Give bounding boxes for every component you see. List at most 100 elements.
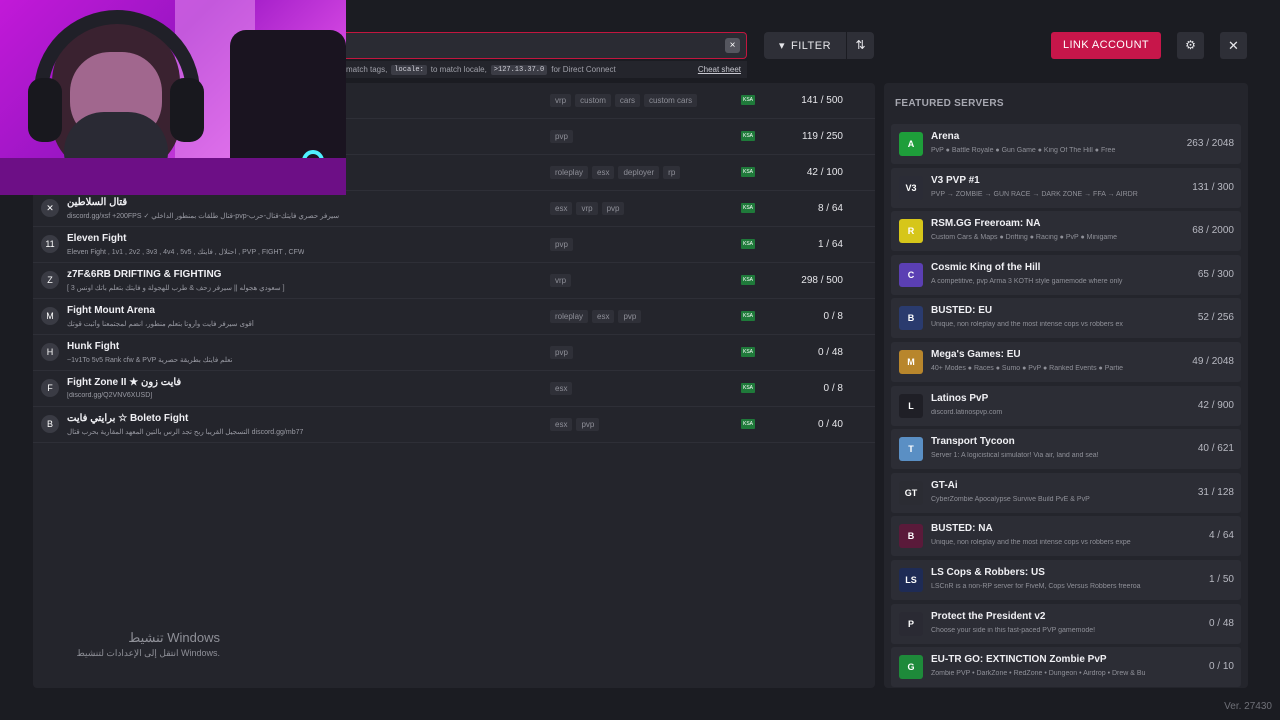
featured-server-player-count: 42 / 900 [1197, 399, 1234, 411]
server-tag[interactable]: pvp [550, 130, 573, 143]
featured-server-card[interactable]: P Protect the President v2 Choose your sid… [891, 603, 1241, 644]
server-tag[interactable]: esx [592, 310, 615, 323]
server-tag[interactable]: pvp [618, 310, 642, 323]
featured-server-icon: G [899, 655, 923, 680]
featured-server-icon: M [899, 350, 923, 374]
server-row[interactable]: H Hunk Fight ~1v1To 5v5 Rank cfw & PVP تعل… [33, 335, 875, 371]
featured-server-description: LSCnR is a non-RP server for FiveM, Cops… [931, 583, 1141, 590]
saudi-flag-icon: KSA [741, 167, 755, 177]
server-player-count: 0 / 8 [823, 383, 843, 394]
server-tag[interactable]: esx [550, 382, 573, 395]
featured-server-description: Server 1: A logicistical simulator! Via … [931, 452, 1099, 460]
featured-server-card[interactable]: G EU-TR GO: EXTINCTION Zombie PvP Zombie P… [891, 647, 1241, 688]
featured-servers-title: FEATURED SERVERS [895, 98, 1004, 109]
search-hint-locale-code: locale: [391, 64, 427, 75]
server-name: قتال السلاطين [67, 197, 128, 208]
featured-server-card[interactable]: B BUSTED: EU Unique, non roleplay and the … [891, 298, 1241, 339]
featured-server-card[interactable]: B BUSTED: NA Unique, non roleplay and the … [891, 516, 1241, 557]
server-tag[interactable]: roleplay [550, 166, 589, 179]
server-row[interactable]: 11 Eleven Fight Eleven Fight , 1v1 , 2v2 ,… [33, 227, 875, 263]
saudi-flag-icon: KSA [741, 383, 755, 393]
settings-gear-icon[interactable]: ⚙ [1177, 32, 1204, 59]
server-tag[interactable]: vrp [576, 202, 598, 215]
featured-server-name: EU-TR GO: EXTINCTION Zombie PvP [931, 654, 1107, 666]
featured-server-player-count: 40 / 621 [1197, 443, 1234, 455]
version-label: Ver. 27430 [1224, 701, 1272, 712]
server-description: [ سعودي هجوله || سيرفر زحف & طرب للهجولة… [67, 285, 285, 292]
server-name: Fight Mount Arena [67, 305, 155, 316]
server-tag[interactable]: esx [550, 202, 573, 215]
featured-server-card[interactable]: R RSM.GG Freeroam: NA Custom Cars & Maps ●… [891, 211, 1241, 252]
server-tag[interactable]: custom [575, 94, 611, 107]
saudi-flag-icon: KSA [741, 131, 755, 141]
server-row[interactable]: B برايتي فايت ☆ Boleto Fight التسجيل القري… [33, 407, 875, 443]
featured-server-card[interactable]: V3 V3 PVP #1 PVP → ZOMBIE → GUN RACE → DAR… [891, 167, 1241, 208]
server-name: برايتي فايت ☆ Boleto Fight [67, 413, 189, 424]
featured-server-icon: R [899, 219, 923, 244]
server-tag[interactable]: rp [663, 166, 681, 179]
server-tag[interactable]: esx [592, 166, 615, 179]
server-row[interactable]: Zz7F&6RB DRIFTING & FIGHTING [ سعودي هجول… [33, 263, 875, 299]
featured-server-name: RSM.GG Freeroam: NA [931, 218, 1041, 230]
webcam-headset-cup-right [170, 78, 204, 142]
search-input[interactable]: × [346, 32, 747, 59]
featured-server-description: Unique, non roleplay and the most intens… [931, 539, 1131, 547]
server-tag[interactable]: pvp [576, 418, 600, 431]
filter-button[interactable]: ▾ FILTER [764, 32, 846, 59]
server-description: discord.gg/xsf +200FPS ✓ قتال طلقات بمنط… [67, 213, 340, 220]
sort-button[interactable]: ⇅ [847, 32, 874, 59]
server-tag[interactable]: roleplay [550, 310, 589, 323]
server-tag[interactable]: esx [550, 418, 573, 431]
server-player-count: 298 / 500 [801, 275, 843, 286]
server-tag[interactable]: deployer [618, 166, 660, 179]
featured-server-card[interactable]: T Transport Tycoon Server 1: A logicistica… [891, 429, 1241, 470]
search-hint: match tags, locale: to match locale, >12… [346, 61, 747, 78]
featured-server-description: A competitive, pvp Arma 3 KOTH style gam… [931, 277, 1123, 285]
server-tags: vrp custom cars custom cars [550, 94, 698, 107]
featured-server-player-count: 68 / 2000 [1192, 225, 1234, 237]
featured-server-description: Choose your side in this fast-paced PVP … [931, 626, 1096, 634]
server-tag[interactable]: custom cars [644, 94, 698, 107]
server-player-count: 141 / 500 [801, 95, 843, 106]
server-tag[interactable]: vrp [550, 274, 572, 287]
server-tag[interactable]: pvp [601, 202, 625, 215]
search-hint-suffix: for Direct Connect [551, 65, 616, 74]
featured-server-card[interactable]: LS LS Cops & Robbers: US LSCnR is a non-RP… [891, 560, 1241, 600]
featured-server-card[interactable]: C Cosmic King of the Hill A competitive, p… [891, 254, 1241, 295]
server-tag[interactable]: cars [614, 94, 641, 107]
saudi-flag-icon: KSA [741, 311, 755, 321]
filter-icon: ▾ [778, 40, 785, 52]
featured-server-name: V3 PVP #1 [931, 174, 980, 186]
featured-server-player-count: 31 / 128 [1197, 486, 1234, 498]
featured-server-name: Mega's Games: EU [931, 349, 1021, 360]
featured-server-icon: GT [899, 480, 923, 505]
featured-server-card[interactable]: M Mega's Games: EU 40+ Modes ● Races ● Sum… [891, 342, 1241, 382]
server-icon: B [41, 415, 59, 433]
server-row[interactable]: F Fight Zone II ★ فايت زون [discord.gg/Q2V… [33, 371, 875, 407]
featured-server-card[interactable]: GT GT-Ai CyberZombie Apocalypse Survive Bu… [891, 472, 1241, 513]
server-row[interactable]: M Fight Mount Arena أقوى سيرفر فايت وأروتا… [33, 299, 875, 335]
server-icon: H [41, 343, 59, 361]
activation-subtitle: انتقل إلى الإعدادات لتنشيط Windows. [76, 648, 220, 658]
featured-server-name: BUSTED: NA [931, 523, 993, 535]
server-player-count: 8 / 64 [817, 203, 843, 214]
featured-server-card[interactable]: A Arena PvP ● Battle Royale ● Gun Game ● K… [891, 124, 1241, 164]
server-icon: ✕ [41, 199, 59, 217]
cheat-sheet-link[interactable]: Cheat sheet [698, 65, 741, 74]
server-tag[interactable]: pvp [550, 346, 573, 359]
server-icon: 11 [41, 235, 59, 253]
server-tag[interactable]: vrp [550, 94, 572, 107]
featured-server-description: CyberZombie Apocalypse Survive Build PvE… [931, 495, 1090, 503]
featured-server-name: Arena [931, 131, 960, 142]
server-tag[interactable]: pvp [550, 238, 573, 251]
featured-server-name: BUSTED: EU [931, 305, 993, 317]
link-account-button[interactable]: LINK ACCOUNT [1051, 32, 1161, 59]
server-tags: esx [550, 382, 573, 395]
close-icon[interactable]: ✕ [1220, 32, 1247, 59]
server-row[interactable]: ✕ قتال السلاطين discord.gg/xsf +200FPS ✓ ق… [33, 191, 875, 227]
search-clear-button[interactable]: × [725, 38, 740, 53]
server-tags: pvp [550, 238, 573, 251]
featured-server-card[interactable]: L Latinos PvP discord.latinospvp.com 42 / 9… [891, 385, 1241, 426]
saudi-flag-icon: KSA [741, 419, 755, 429]
featured-server-icon: V3 [899, 175, 923, 200]
